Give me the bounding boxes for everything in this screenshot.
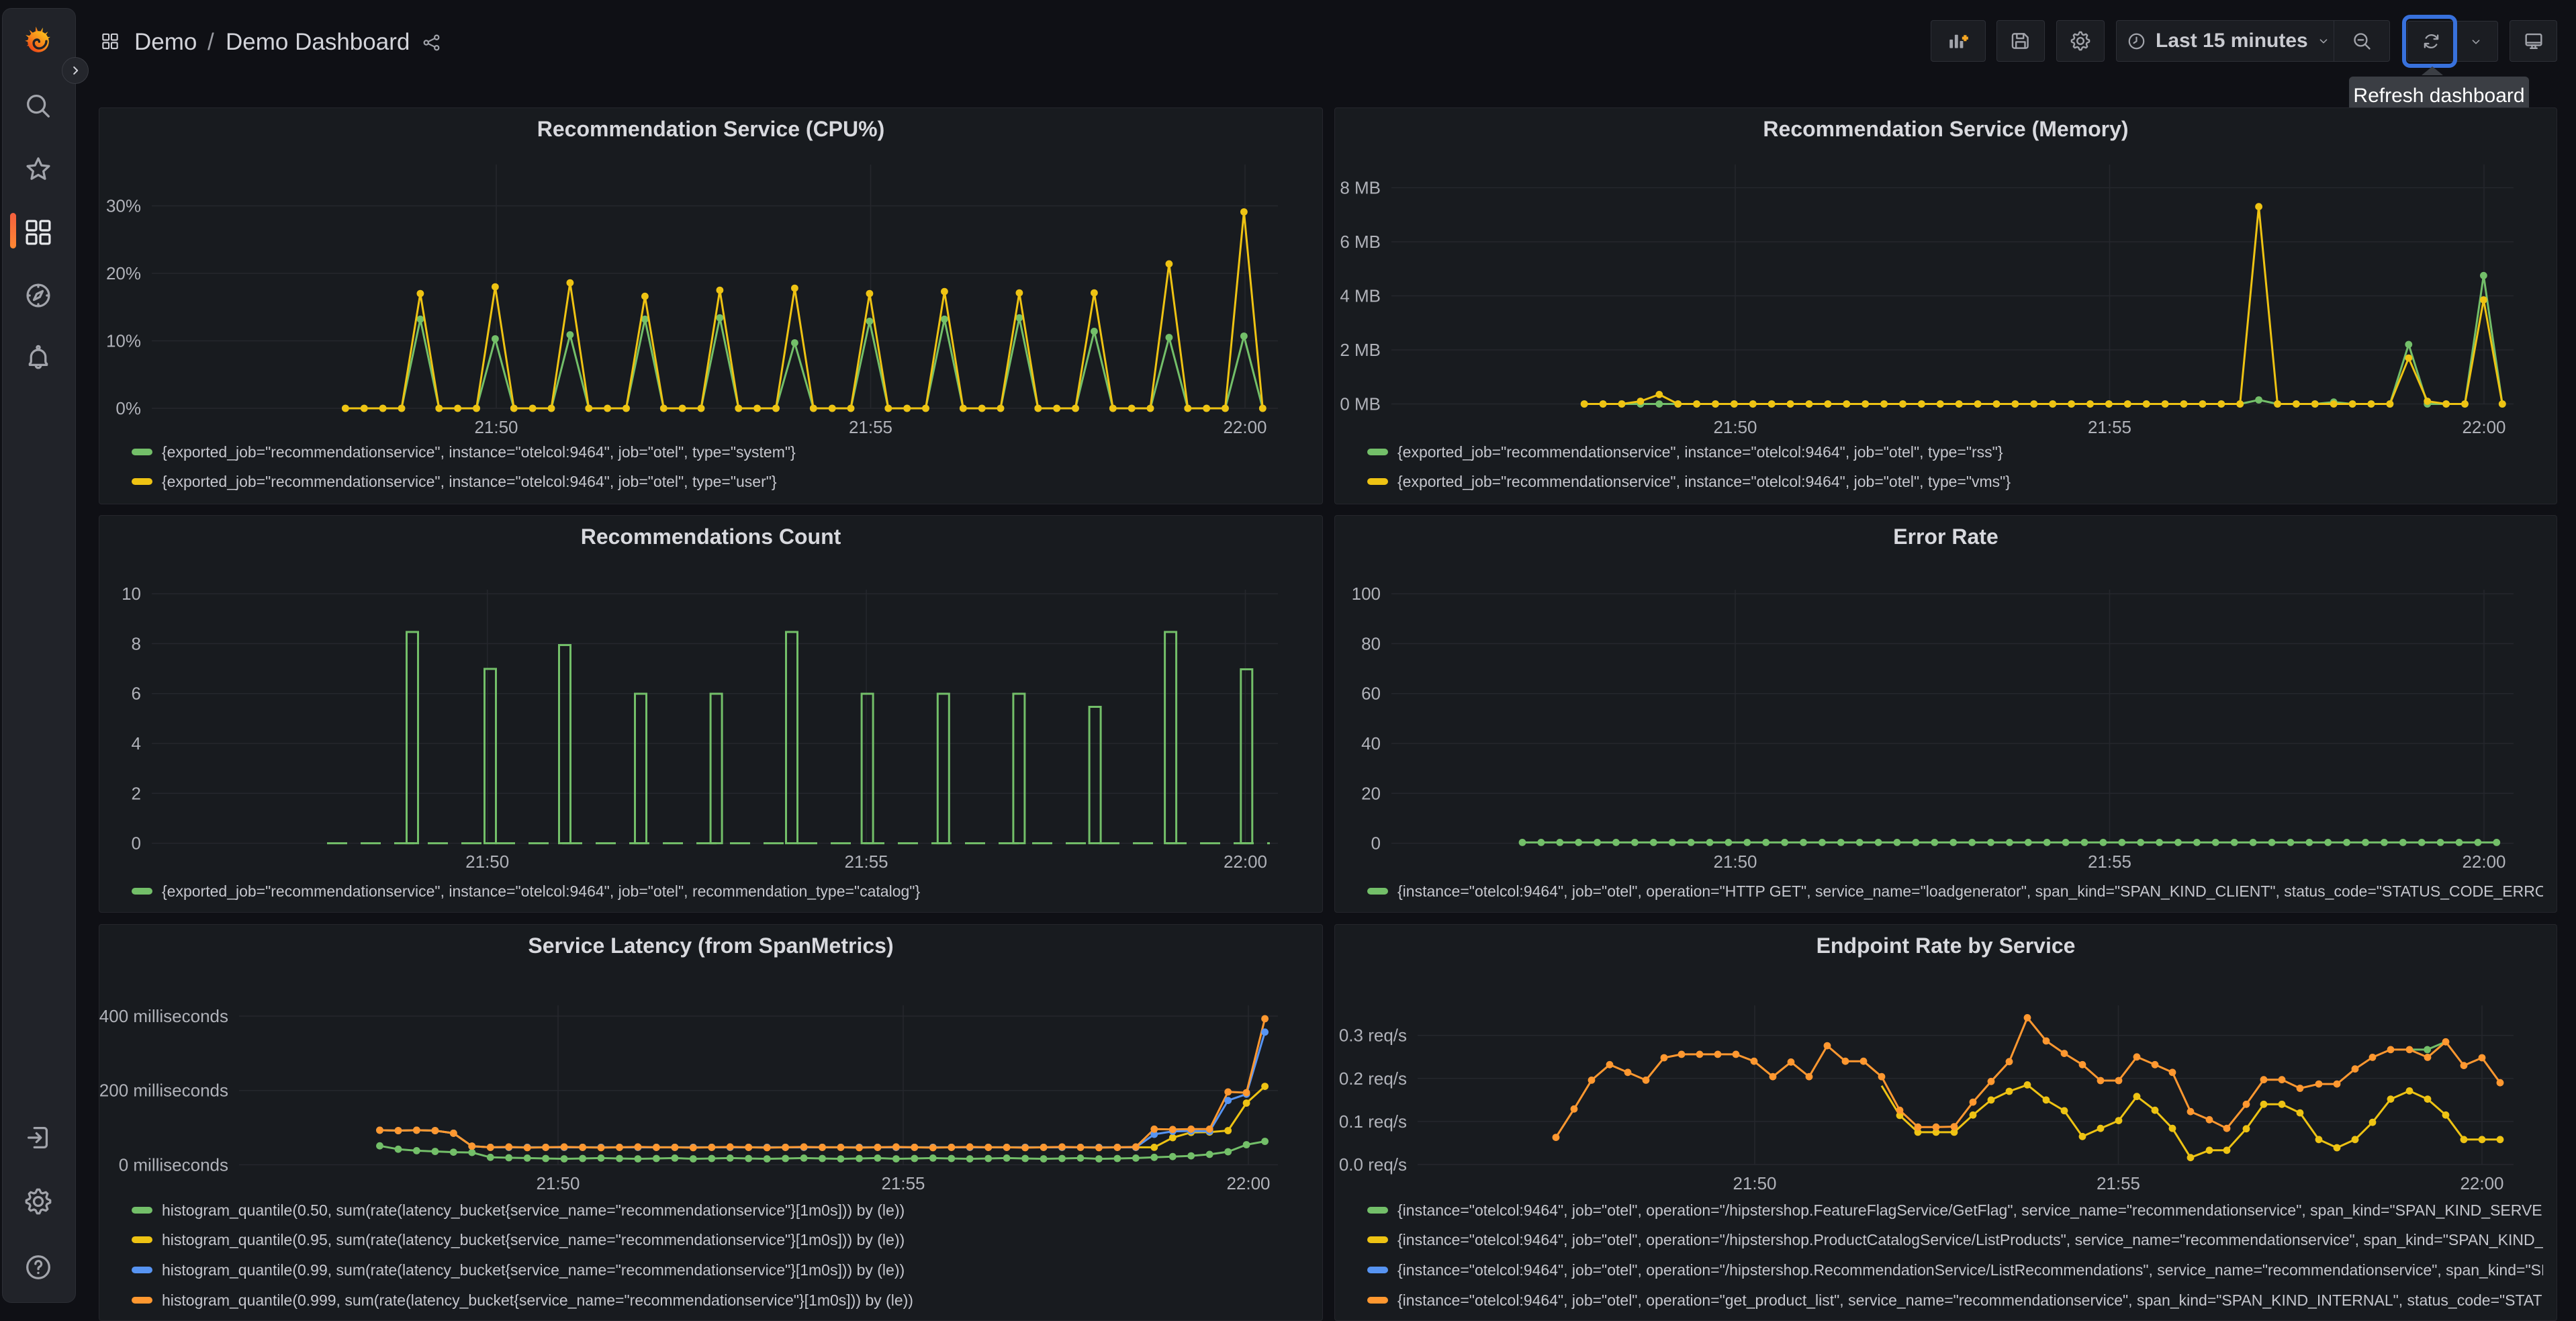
svg-text:22:00: 22:00 [1223, 417, 1267, 437]
svg-text:60: 60 [1361, 684, 1381, 704]
svg-text:21:50: 21:50 [1733, 1173, 1776, 1193]
svg-text:0.0 req/s: 0.0 req/s [1339, 1154, 1407, 1175]
svg-text:22:00: 22:00 [1226, 1173, 1270, 1193]
svg-text:8 MB: 8 MB [1340, 178, 1381, 198]
svg-text:0%: 0% [116, 398, 141, 418]
svg-text:40: 40 [1361, 733, 1381, 754]
svg-text:21:50: 21:50 [474, 417, 518, 437]
svg-text:30%: 30% [106, 196, 141, 216]
svg-text:200 milliseconds: 200 milliseconds [99, 1081, 228, 1101]
svg-text:10%: 10% [106, 331, 141, 351]
svg-text:20: 20 [1361, 783, 1381, 803]
svg-text:21:55: 21:55 [845, 852, 888, 872]
svg-text:0: 0 [132, 833, 141, 854]
svg-text:21:50: 21:50 [465, 852, 509, 872]
svg-text:21:50: 21:50 [536, 1173, 580, 1193]
svg-text:0: 0 [1371, 833, 1381, 854]
svg-text:21:55: 21:55 [849, 417, 892, 437]
svg-text:6 MB: 6 MB [1340, 232, 1381, 252]
svg-text:22:00: 22:00 [2462, 852, 2505, 872]
svg-text:22:00: 22:00 [2460, 1173, 2503, 1193]
svg-text:8: 8 [132, 633, 141, 653]
svg-text:10: 10 [122, 584, 141, 604]
svg-text:21:55: 21:55 [2088, 417, 2131, 437]
svg-text:4: 4 [132, 733, 141, 754]
svg-text:22:00: 22:00 [1224, 852, 1267, 872]
svg-text:20%: 20% [106, 263, 141, 283]
svg-text:21:50: 21:50 [1713, 417, 1757, 437]
svg-text:80: 80 [1361, 633, 1381, 653]
svg-text:21:55: 21:55 [2097, 1173, 2140, 1193]
svg-text:21:55: 21:55 [881, 1173, 925, 1193]
svg-text:100: 100 [1352, 584, 1381, 604]
svg-text:2: 2 [132, 783, 141, 803]
svg-text:21:50: 21:50 [1713, 852, 1757, 872]
svg-text:2 MB: 2 MB [1340, 340, 1381, 360]
svg-text:6: 6 [132, 684, 141, 704]
svg-text:4 MB: 4 MB [1340, 286, 1381, 306]
svg-text:0.2 req/s: 0.2 req/s [1339, 1068, 1407, 1089]
svg-text:0.3 req/s: 0.3 req/s [1339, 1026, 1407, 1046]
svg-text:0 MB: 0 MB [1340, 394, 1381, 414]
svg-text:21:55: 21:55 [2088, 852, 2131, 872]
svg-text:0 milliseconds: 0 milliseconds [119, 1154, 228, 1175]
svg-text:400 milliseconds: 400 milliseconds [99, 1006, 228, 1026]
svg-text:0.1 req/s: 0.1 req/s [1339, 1111, 1407, 1132]
svg-text:22:00: 22:00 [2462, 417, 2505, 437]
